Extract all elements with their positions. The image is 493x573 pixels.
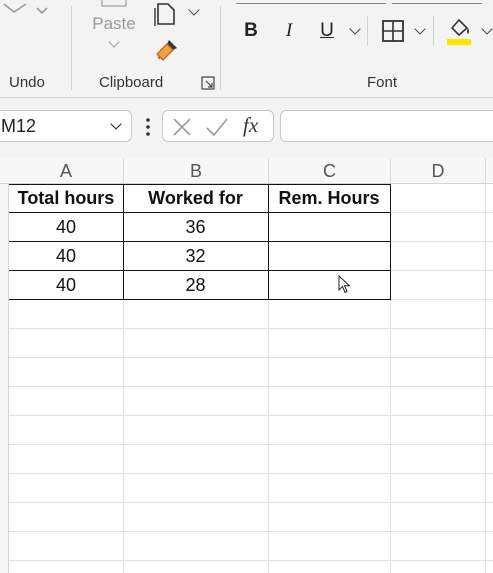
cell-a1[interactable]: Total hours	[9, 184, 123, 213]
font-group-label: Font	[367, 74, 398, 91]
gridline	[9, 357, 493, 358]
cell-a3[interactable]: 40	[9, 242, 123, 271]
borders-button[interactable]	[380, 18, 406, 44]
copy-icon	[154, 3, 175, 26]
paste-label: Paste	[92, 14, 136, 33]
ribbon-separator	[220, 6, 221, 90]
gridline	[485, 184, 486, 573]
cell-c1[interactable]: Rem. Hours	[268, 184, 390, 213]
clipboard-group-label: Clipboard	[99, 74, 164, 91]
underline-button[interactable]: U	[314, 16, 340, 46]
gridline	[9, 531, 493, 532]
gridline	[9, 473, 493, 474]
table-border	[390, 184, 391, 300]
insert-function-icon[interactable]: fx	[243, 113, 269, 139]
fill-color-swatch	[447, 38, 471, 45]
borders-icon	[382, 20, 404, 42]
worksheet-grid[interactable]: Total hours Worked for Rem. Hours 40 36 …	[9, 184, 493, 573]
column-header-a[interactable]: A	[9, 158, 124, 184]
dialog-launcher-icon	[201, 76, 215, 90]
underline-chevron-icon[interactable]	[349, 23, 361, 35]
clipboard-dialog-launcher[interactable]	[201, 76, 215, 90]
table-border	[9, 241, 391, 242]
undo-icon	[3, 3, 48, 15]
cell-b3[interactable]: 32	[123, 242, 268, 271]
copy-button[interactable]	[150, 0, 182, 26]
mouse-pointer-icon	[338, 274, 352, 300]
font-name-dropdown[interactable]	[236, 0, 386, 4]
font-size-dropdown[interactable]	[392, 0, 482, 4]
name-box-value: M12	[1, 116, 37, 136]
cell-b2[interactable]: 36	[123, 213, 268, 242]
cell-c2[interactable]	[268, 213, 390, 242]
gridline	[9, 386, 493, 387]
formula-input[interactable]	[280, 110, 493, 142]
bold-button[interactable]: B	[238, 16, 264, 46]
cell-a2[interactable]: 40	[9, 213, 123, 242]
table-border	[9, 184, 391, 185]
copy-chevron-icon[interactable]	[188, 4, 200, 16]
cell-a4[interactable]: 40	[9, 271, 123, 300]
cancel-icon[interactable]	[171, 116, 193, 138]
undo-group-label: Undo	[9, 74, 45, 91]
row-headers[interactable]	[0, 184, 9, 573]
paste-icon	[101, 0, 127, 7]
table-border	[123, 184, 124, 300]
name-box-chevron-icon[interactable]	[110, 118, 122, 130]
ribbon-separator	[433, 16, 434, 46]
ribbon-separator	[71, 6, 72, 90]
ribbon: Undo Paste Clipboard B I U Font	[0, 0, 493, 98]
fill-color-button[interactable]	[445, 14, 473, 46]
enter-icon[interactable]	[205, 116, 229, 138]
column-header-b[interactable]: B	[124, 158, 269, 184]
fill-color-icon	[450, 18, 469, 36]
format-painter-button[interactable]	[152, 36, 182, 64]
table-border	[268, 184, 269, 300]
formula-bar: M12 fx	[0, 98, 493, 158]
gridline	[9, 560, 493, 561]
gridline	[9, 328, 493, 329]
column-header-d[interactable]: D	[391, 158, 486, 184]
format-painter-icon	[156, 40, 177, 61]
gridline	[9, 502, 493, 503]
column-headers: A B C D	[0, 158, 493, 184]
table-border	[9, 212, 391, 213]
formula-actions: fx	[162, 110, 274, 142]
cell-c3[interactable]	[268, 242, 390, 271]
table-border	[9, 299, 391, 300]
name-box[interactable]: M12	[0, 110, 132, 142]
cell-c4[interactable]	[268, 271, 390, 300]
fill-color-chevron-icon[interactable]	[481, 23, 493, 35]
cell-b1[interactable]: Worked for	[123, 184, 268, 213]
borders-chevron-icon[interactable]	[414, 23, 426, 35]
italic-button[interactable]: I	[276, 16, 302, 46]
undo-button[interactable]	[0, 0, 52, 30]
cell-b4[interactable]: 28	[123, 271, 268, 300]
table-border	[9, 270, 391, 271]
gridline	[9, 415, 493, 416]
ribbon-separator	[367, 16, 368, 46]
column-header-c[interactable]: C	[269, 158, 391, 184]
more-options-icon[interactable]	[145, 117, 151, 137]
gridline	[9, 444, 493, 445]
